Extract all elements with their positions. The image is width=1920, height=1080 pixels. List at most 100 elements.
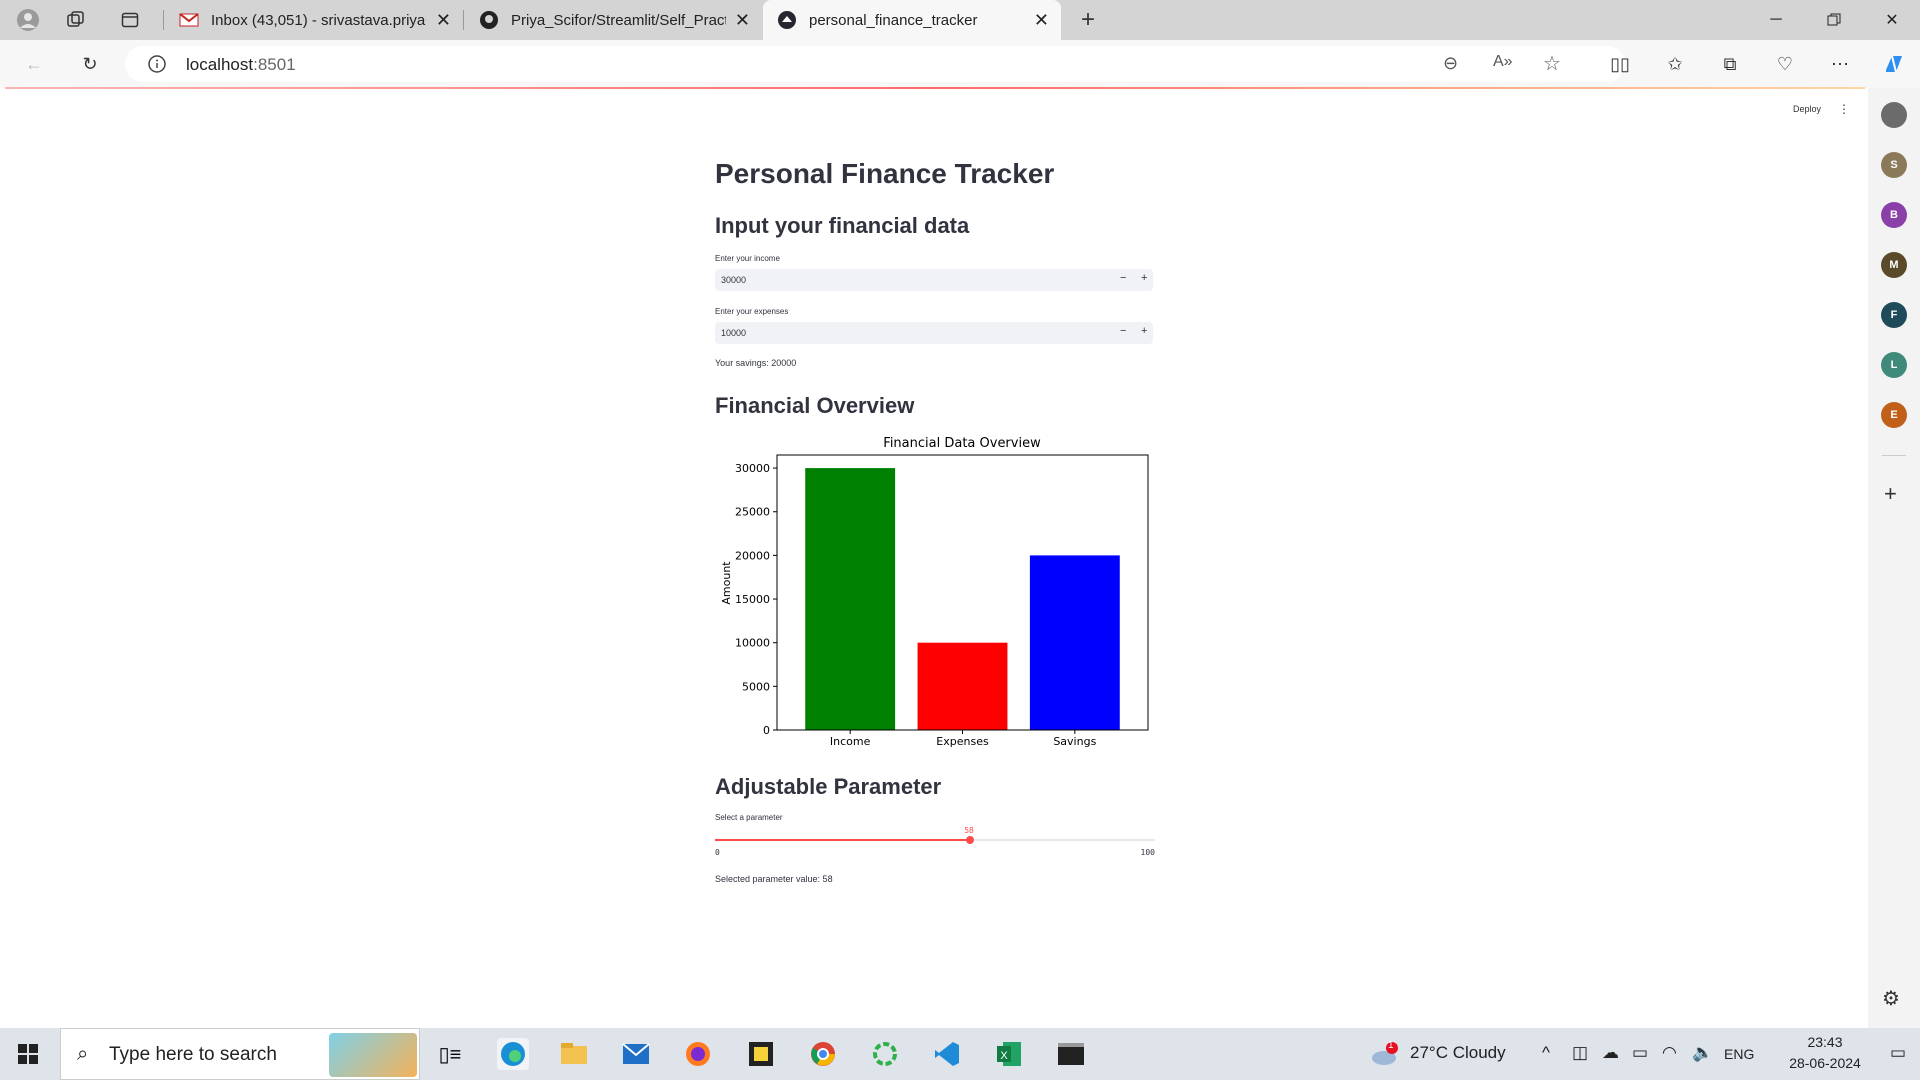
income-increment-button[interactable]: +	[1141, 272, 1147, 284]
close-window-icon[interactable]: ✕	[1880, 8, 1904, 32]
clock-time[interactable]: 23:43	[1784, 1034, 1866, 1050]
chrome-icon[interactable]	[807, 1038, 839, 1070]
bar-savings	[1029, 555, 1120, 730]
weather-badge: 1	[1388, 1040, 1394, 1051]
expenses-value: 10000	[721, 328, 747, 338]
copilot-icon[interactable]	[1880, 50, 1908, 78]
expenses-input[interactable]: 10000 − +	[715, 322, 1153, 344]
onedrive-icon[interactable]: ☁	[1602, 1043, 1619, 1063]
slider-label: Select a parameter	[715, 813, 783, 822]
edge-sidebar: + ⚙ SBMFLE	[1868, 88, 1920, 1028]
add-sidebar-app-icon[interactable]: +	[1884, 481, 1897, 507]
tab-actions-icon[interactable]	[118, 8, 142, 32]
financial-bar-chart: Financial Data Overview Amount 0 5000 1000…	[720, 436, 1149, 748]
search-placeholder: Type here to search	[109, 1044, 277, 1065]
deploy-button[interactable]: Deploy	[1793, 104, 1821, 114]
refresh-icon[interactable]: ↻	[76, 50, 104, 78]
income-input[interactable]: 30000 − +	[715, 269, 1153, 291]
bar-income	[805, 468, 896, 730]
taskbar-search-box[interactable]: ⌕ Type here to search	[60, 1028, 420, 1080]
workspaces-icon[interactable]	[64, 8, 88, 32]
sidebar-avatar-icon[interactable]: M	[1881, 252, 1907, 278]
streamlit-icon	[777, 10, 797, 30]
tab-title: personal_finance_tracker	[809, 11, 978, 29]
mail-icon[interactable]	[620, 1038, 652, 1070]
y-tick-label: 10000	[735, 637, 770, 650]
clock-date[interactable]: 28-06-2024	[1784, 1055, 1866, 1071]
new-tab-icon[interactable]: +	[1076, 6, 1100, 33]
sidebar-avatar-icon[interactable]: B	[1881, 202, 1907, 228]
volume-icon[interactable]: 🔈	[1692, 1043, 1713, 1063]
meet-icon[interactable]: ◫	[1572, 1043, 1588, 1063]
excel-icon[interactable]: X	[993, 1038, 1025, 1070]
read-aloud-icon[interactable]: A»	[1493, 53, 1513, 71]
notifications-icon[interactable]: ▭	[1890, 1043, 1906, 1063]
weather-icon[interactable]	[1370, 1041, 1400, 1072]
expenses-decrement-button[interactable]: −	[1120, 325, 1126, 337]
favorites-icon[interactable]: ✩	[1661, 50, 1689, 78]
parameter-section-heading: Adjustable Parameter	[715, 774, 942, 799]
income-label: Enter your income	[715, 254, 780, 263]
github-icon	[479, 10, 499, 30]
sidebar-avatar-icon[interactable]: L	[1881, 352, 1907, 378]
y-tick-label: 25000	[735, 506, 770, 519]
tab-personal-finance[interactable]: personal_finance_tracker ✕	[763, 0, 1061, 40]
site-info-icon[interactable]	[147, 54, 167, 79]
wifi-icon[interactable]: ◠	[1662, 1043, 1677, 1063]
x-tick-label: Expenses	[936, 735, 989, 748]
y-tick-label: 15000	[735, 593, 770, 606]
tab-title: Inbox (43,051) - srivastava.priya0	[211, 11, 426, 29]
windows-taskbar: ⌕ Type here to search ▯≡ X 1 27°C Cloudy…	[0, 1028, 1920, 1080]
settings-gear-icon[interactable]: ⚙	[1882, 986, 1900, 1011]
weather-text[interactable]: 27°C Cloudy	[1410, 1043, 1506, 1063]
collections-icon[interactable]: ⧉	[1716, 50, 1744, 78]
browser-tab-bar: Inbox (43,051) - srivastava.priya0 ✕ Pri…	[0, 0, 1920, 40]
parameter-slider[interactable]	[715, 836, 1155, 844]
minimize-icon[interactable]: ─	[1764, 8, 1788, 32]
slider-max: 100	[1140, 848, 1155, 857]
slider-current-value: 58	[964, 826, 974, 835]
restore-icon[interactable]	[1822, 8, 1846, 32]
income-value: 30000	[721, 275, 747, 285]
favorite-star-icon[interactable]: ☆	[1543, 51, 1561, 76]
tab-github[interactable]: Priya_Scifor/Streamlit/Self_Practic ✕	[465, 0, 762, 40]
expenses-increment-button[interactable]: +	[1141, 325, 1147, 337]
sticky-notes-icon[interactable]	[745, 1038, 777, 1070]
income-decrement-button[interactable]: −	[1120, 272, 1126, 284]
y-tick-label: 0	[763, 724, 770, 737]
language-indicator[interactable]: ENG	[1724, 1046, 1754, 1062]
zoom-out-icon[interactable]: ⊖	[1443, 53, 1458, 74]
split-screen-icon[interactable]: ▯▯	[1606, 50, 1634, 78]
close-tab-icon[interactable]: ✕	[735, 10, 750, 31]
task-view-icon[interactable]: ▯≡	[434, 1038, 466, 1070]
search-highlight-image	[329, 1033, 417, 1077]
url-text: localhost:8501	[186, 55, 296, 74]
address-bar[interactable]: localhost:8501 ⊖ A» ☆	[125, 46, 1625, 82]
main-menu-icon[interactable]: ⋮	[1838, 102, 1850, 116]
slider-min: 0	[715, 848, 720, 857]
firefox-icon[interactable]	[682, 1038, 714, 1070]
close-tab-icon[interactable]: ✕	[1034, 10, 1049, 31]
sidebar-avatar-icon[interactable]: S	[1881, 152, 1907, 178]
overview-section-heading: Financial Overview	[715, 393, 915, 418]
tab-inbox[interactable]: Inbox (43,051) - srivastava.priya0 ✕	[165, 0, 463, 40]
x-tick-label: Income	[830, 735, 871, 748]
close-tab-icon[interactable]: ✕	[436, 10, 451, 31]
sidebar-avatar-icon[interactable]	[1881, 102, 1907, 128]
circular-app-icon[interactable]	[869, 1038, 901, 1070]
file-explorer-icon[interactable]	[558, 1038, 590, 1070]
gmail-icon	[179, 10, 199, 30]
show-hidden-icons-icon[interactable]: ^	[1542, 1043, 1550, 1063]
back-icon[interactable]: ←	[20, 50, 48, 78]
edge-browser-icon[interactable]	[497, 1038, 529, 1070]
windows-start-icon[interactable]	[18, 1044, 38, 1069]
browser-essentials-icon[interactable]: ♡	[1771, 50, 1799, 78]
sidebar-avatar-icon[interactable]: F	[1881, 302, 1907, 328]
terminal-icon[interactable]	[1055, 1038, 1087, 1070]
profile-icon[interactable]	[16, 8, 40, 32]
battery-icon[interactable]: ▭	[1632, 1043, 1648, 1063]
vscode-icon[interactable]	[931, 1038, 963, 1070]
sidebar-avatar-icon[interactable]: E	[1881, 402, 1907, 428]
svg-text:X: X	[1000, 1050, 1008, 1062]
more-options-icon[interactable]: ⋯	[1826, 50, 1854, 78]
